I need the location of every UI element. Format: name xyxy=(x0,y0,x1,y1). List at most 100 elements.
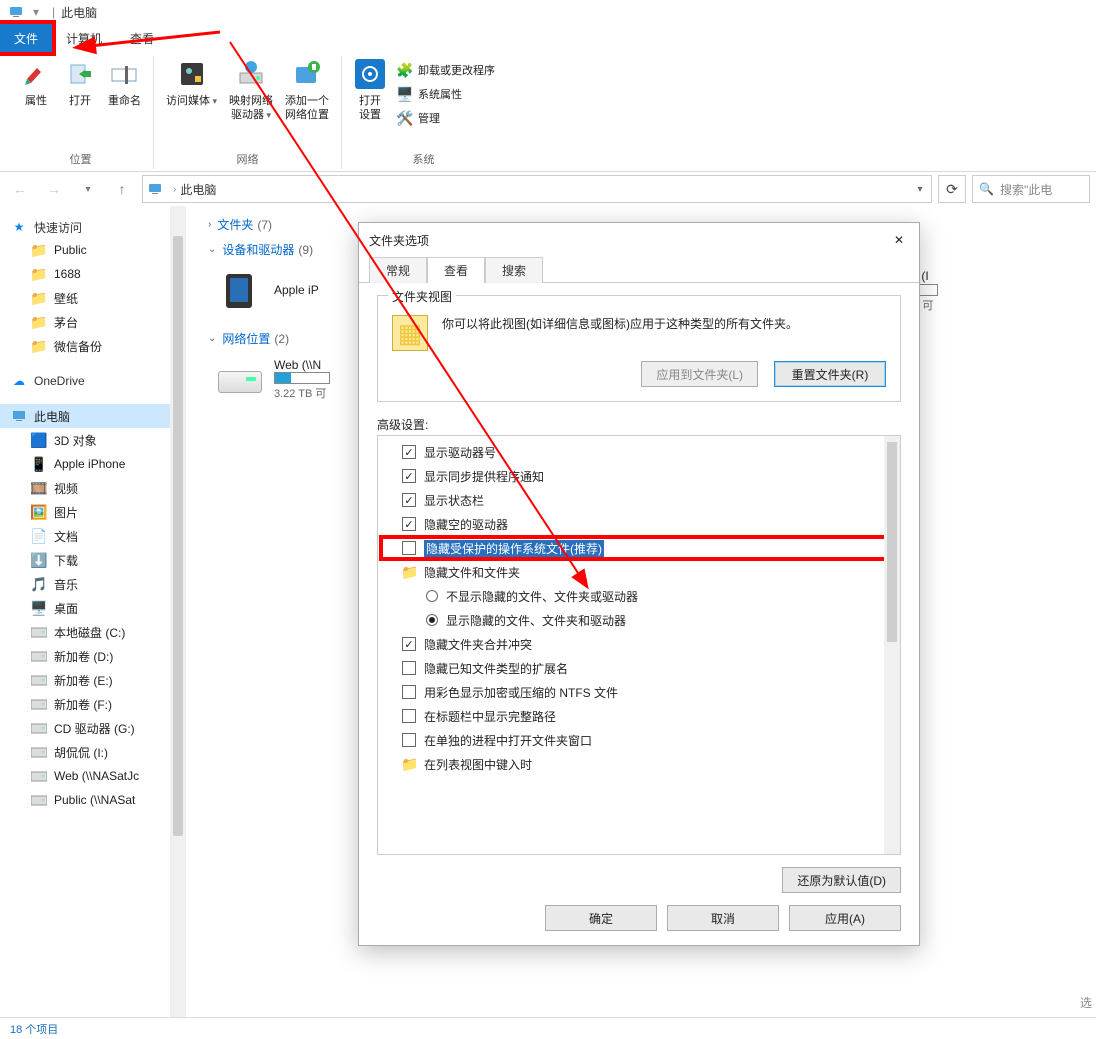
btn-open[interactable]: 打开 xyxy=(58,56,102,110)
nav-item-label: Apple iPhone xyxy=(54,457,125,471)
folder-icon: 📁 xyxy=(30,265,48,283)
nav-pc-item[interactable]: Web (\\NASatJc xyxy=(0,764,186,788)
nav-quick-item[interactable]: 📁Public xyxy=(0,238,186,262)
tree-item[interactable]: ✓显示状态栏 xyxy=(380,488,898,512)
nav-pc-item[interactable]: 🖥️桌面 xyxy=(0,596,186,620)
apply-to-folders-button[interactable]: 应用到文件夹(L) xyxy=(641,361,758,387)
nav-pc-item[interactable]: 🎞️视频 xyxy=(0,476,186,500)
nav-pc-item[interactable]: 🖼️图片 xyxy=(0,500,186,524)
dialog-tab-view[interactable]: 查看 xyxy=(427,257,485,283)
nav-item-icon xyxy=(30,791,48,809)
btn-manage[interactable]: 🛠️管理 xyxy=(396,106,495,130)
dialog-tab-general-label: 常规 xyxy=(386,264,410,278)
tree-item[interactable]: 在单独的进程中打开文件夹窗口 xyxy=(380,728,898,752)
btn-add-netloc[interactable]: 添加一个 网络位置 xyxy=(279,56,335,124)
btn-access-media[interactable]: 访问媒体 xyxy=(160,56,223,110)
tree-item[interactable]: 隐藏受保护的操作系统文件(推荐) xyxy=(380,536,898,560)
group-drives-title: 设备和驱动器 xyxy=(222,241,294,258)
restore-defaults-button[interactable]: 还原为默认值(D) xyxy=(782,867,901,893)
nav-refresh[interactable]: ⟳ xyxy=(938,175,966,203)
nav-pc-item[interactable]: 新加卷 (F:) xyxy=(0,692,186,716)
nav-up[interactable]: ↑ xyxy=(108,175,136,203)
advanced-settings-label: 高级设置: xyxy=(377,416,901,433)
ribbon-tab-view[interactable]: 查看 xyxy=(116,24,168,52)
dialog-tabs: 常规 查看 搜索 xyxy=(359,257,919,283)
nav-pc-item[interactable]: 胡侃侃 (I:) xyxy=(0,740,186,764)
tree-item[interactable]: ✓显示驱动器号 xyxy=(380,440,898,464)
nav-history[interactable]: ▾ xyxy=(74,175,102,203)
nav-pc-item[interactable]: 新加卷 (E:) xyxy=(0,668,186,692)
tree-item[interactable]: 显示隐藏的文件、文件夹和驱动器 xyxy=(380,608,898,632)
tree-item[interactable]: 不显示隐藏的文件、文件夹或驱动器 xyxy=(380,584,898,608)
title-separator: | xyxy=(52,5,55,19)
btn-properties[interactable]: 属性 xyxy=(14,56,58,110)
tree-item[interactable]: ✓隐藏文件夹合并冲突 xyxy=(380,632,898,656)
nav-quick-item[interactable]: 📁微信备份 xyxy=(0,334,186,358)
drive-tile[interactable]: Web (\\N3.22 TB 可 xyxy=(216,355,344,403)
search-input[interactable]: 🔍 搜索"此电 xyxy=(972,175,1090,203)
btn-rename[interactable]: 重命名 xyxy=(102,56,147,110)
btn-sysprops[interactable]: 🖥️系统属性 xyxy=(396,82,495,106)
group-drives-count: (9) xyxy=(298,243,313,257)
tree-item[interactable]: 在标题栏中显示完整路径 xyxy=(380,704,898,728)
address-bar[interactable]: › 此电脑 ▾ xyxy=(142,175,932,203)
nav-pc-item[interactable]: 新加卷 (D:) xyxy=(0,644,186,668)
nav-quickaccess[interactable]: ★快速访问 xyxy=(0,216,186,238)
group-folders-count: (7) xyxy=(257,218,272,232)
btn-open-settings[interactable]: 打开 设置 xyxy=(348,56,392,124)
map-drive-icon xyxy=(235,58,267,90)
reset-folders-button[interactable]: 重置文件夹(R) xyxy=(774,361,886,387)
btn-uninstall[interactable]: 🧩卸载或更改程序 xyxy=(396,58,495,82)
tree-item[interactable]: 📁隐藏文件和文件夹 xyxy=(380,560,898,584)
dialog-close-button[interactable]: ✕ xyxy=(885,229,913,251)
ribbon-tab-file[interactable]: 文件 xyxy=(0,24,52,52)
nav-quick-item[interactable]: 📁茅台 xyxy=(0,310,186,334)
advanced-settings-tree[interactable]: ✓显示驱动器号✓显示同步提供程序通知✓显示状态栏✓隐藏空的驱动器隐藏受保护的操作… xyxy=(377,435,901,855)
nav-item-icon xyxy=(30,743,48,761)
nav-item-icon: 📄 xyxy=(30,527,48,545)
ribbon-tab-computer[interactable]: 计算机 xyxy=(52,24,116,52)
nav-pane[interactable]: ★快速访问 📁Public📁1688📁壁纸📁茅台📁微信备份 ☁OneDrive … xyxy=(0,206,186,1017)
cancel-button[interactable]: 取消 xyxy=(667,905,779,931)
nav-pc-item[interactable]: 本地磁盘 (C:) xyxy=(0,620,186,644)
btn-rename-label: 重命名 xyxy=(108,94,141,108)
tree-item[interactable]: 用彩色显示加密或压缩的 NTFS 文件 xyxy=(380,680,898,704)
nav-pc-item[interactable]: ⬇️下载 xyxy=(0,548,186,572)
usage-bar xyxy=(274,372,330,384)
nav-item-label: 壁纸 xyxy=(54,290,78,307)
nav-onedrive[interactable]: ☁OneDrive xyxy=(0,370,186,392)
folder-view-fieldset: 文件夹视图 ▦ 你可以将此视图(如详细信息或图标)应用于这种类型的所有文件夹。 … xyxy=(377,295,901,402)
nav-pc-item[interactable]: 📄文档 xyxy=(0,524,186,548)
ribbon-tab-computer-label: 计算机 xyxy=(66,30,102,47)
nav-item-icon: 🟦 xyxy=(30,431,48,449)
nav-scrollbar[interactable] xyxy=(170,206,186,1017)
nav-forward[interactable]: → xyxy=(40,175,68,203)
address-dropdown[interactable]: ▾ xyxy=(911,180,929,198)
dialog-tab-search[interactable]: 搜索 xyxy=(485,257,543,283)
nav-pc-item[interactable]: 🟦3D 对象 xyxy=(0,428,186,452)
nav-pc-item[interactable]: Public (\\NASat xyxy=(0,788,186,812)
dialog-tab-general[interactable]: 常规 xyxy=(369,257,427,283)
btn-map-drive[interactable]: 映射网络 驱动器 xyxy=(223,56,279,124)
tree-scrollbar[interactable] xyxy=(884,436,900,854)
nav-pc-item[interactable]: 📱Apple iPhone xyxy=(0,452,186,476)
nav-pc-item[interactable]: CD 驱动器 (G:) xyxy=(0,716,186,740)
dialog-tab-search-label: 搜索 xyxy=(502,264,526,278)
drive-tile[interactable]: Apple iP xyxy=(216,266,344,314)
tree-item-label: 显示状态栏 xyxy=(424,492,484,509)
manage-icon: 🛠️ xyxy=(396,109,414,127)
tree-item[interactable]: 📁在列表视图中键入时 xyxy=(380,752,898,776)
nav-item-icon: 🖥️ xyxy=(30,599,48,617)
tile-name: Apple iP xyxy=(274,283,344,297)
ok-button[interactable]: 确定 xyxy=(545,905,657,931)
nav-quick-item[interactable]: 📁壁纸 xyxy=(0,286,186,310)
ribbon-group-location-label: 位置 xyxy=(14,151,147,169)
apply-button[interactable]: 应用(A) xyxy=(789,905,901,931)
tree-item[interactable]: 隐藏已知文件类型的扩展名 xyxy=(380,656,898,680)
nav-quick-item[interactable]: 📁1688 xyxy=(0,262,186,286)
nav-back[interactable]: ← xyxy=(6,175,34,203)
nav-thispc[interactable]: 此电脑 xyxy=(0,404,186,428)
tree-item[interactable]: ✓显示同步提供程序通知 xyxy=(380,464,898,488)
nav-pc-item[interactable]: 🎵音乐 xyxy=(0,572,186,596)
tree-item[interactable]: ✓隐藏空的驱动器 xyxy=(380,512,898,536)
